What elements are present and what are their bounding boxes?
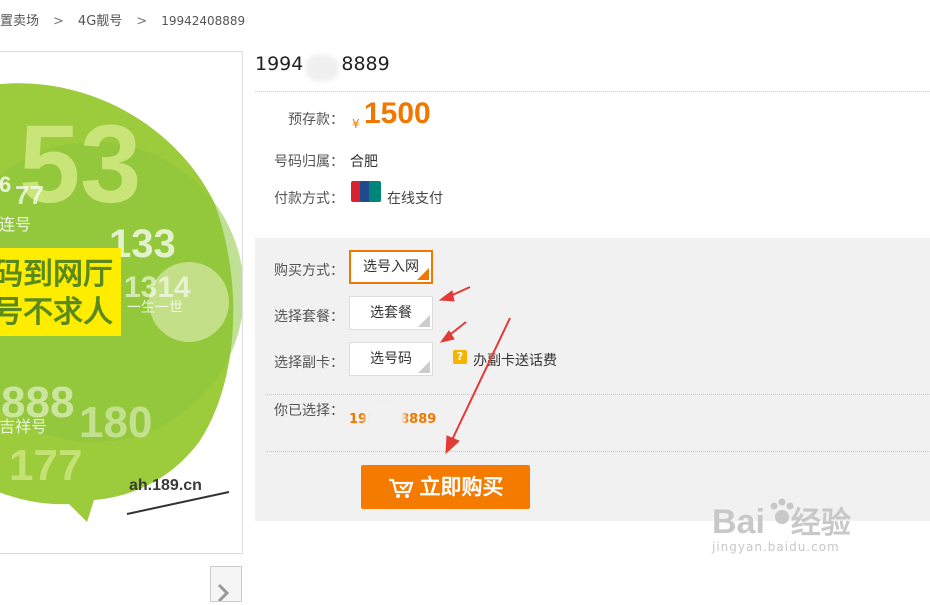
paw-icon <box>770 498 794 524</box>
watermark-brand-cn: 经验 <box>790 506 851 541</box>
red-arrow-icon <box>438 286 511 455</box>
watermark-brand: Bai <box>712 503 765 541</box>
watermark-url: jingyan.baidu.com <box>712 540 840 554</box>
